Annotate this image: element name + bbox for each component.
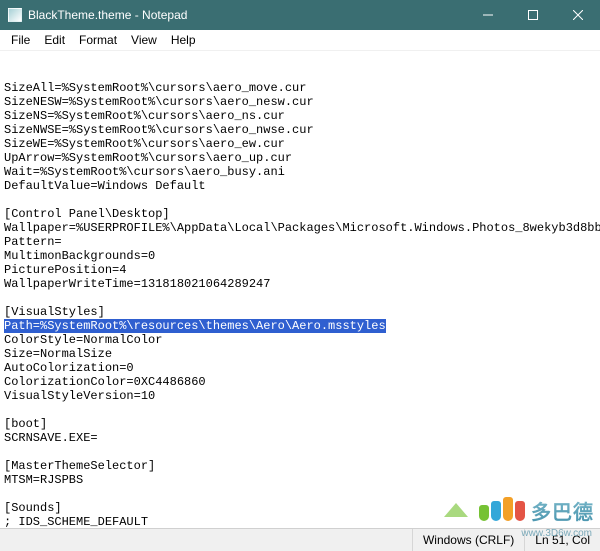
text-line[interactable]: [Control Panel\Desktop]: [4, 207, 596, 221]
title-bar[interactable]: BlackTheme.theme - Notepad: [0, 0, 600, 30]
text-line[interactable]: [VisualStyles]: [4, 305, 596, 319]
status-bar: Windows (CRLF) Ln 51, Col: [0, 528, 600, 551]
text-line[interactable]: SCRNSAVE.EXE=: [4, 431, 596, 445]
text-line[interactable]: WallpaperWriteTime=131818021064289247: [4, 277, 596, 291]
menu-format[interactable]: Format: [72, 32, 124, 48]
text-line[interactable]: DefaultValue=Windows Default: [4, 179, 596, 193]
menu-view[interactable]: View: [124, 32, 164, 48]
text-line[interactable]: [4, 445, 596, 459]
text-line[interactable]: [4, 291, 596, 305]
text-line[interactable]: Pattern=: [4, 235, 596, 249]
text-content[interactable]: SizeAll=%SystemRoot%\cursors\aero_move.c…: [0, 79, 600, 528]
text-line[interactable]: MTSM=RJSPBS: [4, 473, 596, 487]
text-line[interactable]: ColorStyle=NormalColor: [4, 333, 596, 347]
text-line[interactable]: SizeAll=%SystemRoot%\cursors\aero_move.c…: [4, 81, 596, 95]
text-line[interactable]: [4, 487, 596, 501]
text-line[interactable]: MultimonBackgrounds=0: [4, 249, 596, 263]
status-caret-position: Ln 51, Col: [525, 529, 600, 551]
text-line[interactable]: SizeNS=%SystemRoot%\cursors\aero_ns.cur: [4, 109, 596, 123]
text-line[interactable]: Wait=%SystemRoot%\cursors\aero_busy.ani: [4, 165, 596, 179]
notepad-window: BlackTheme.theme - Notepad File Edit For…: [0, 0, 600, 551]
text-line[interactable]: [MasterThemeSelector]: [4, 459, 596, 473]
menu-help[interactable]: Help: [164, 32, 203, 48]
minimize-button[interactable]: [465, 0, 510, 30]
window-controls: [465, 0, 600, 30]
text-editor-area[interactable]: SizeAll=%SystemRoot%\cursors\aero_move.c…: [0, 51, 600, 528]
text-line[interactable]: SizeWE=%SystemRoot%\cursors\aero_ew.cur: [4, 137, 596, 151]
text-line[interactable]: SizeNWSE=%SystemRoot%\cursors\aero_nwse.…: [4, 123, 596, 137]
selected-text[interactable]: Path=%SystemRoot%\resources\themes\Aero\…: [4, 319, 386, 333]
text-line[interactable]: ; IDS_SCHEME_DEFAULT: [4, 515, 596, 528]
text-line[interactable]: PicturePosition=4: [4, 263, 596, 277]
text-line[interactable]: ColorizationColor=0XC4486860: [4, 375, 596, 389]
text-line[interactable]: UpArrow=%SystemRoot%\cursors\aero_up.cur: [4, 151, 596, 165]
maximize-button[interactable]: [510, 0, 555, 30]
menu-bar: File Edit Format View Help: [0, 30, 600, 51]
text-line[interactable]: Wallpaper=%USERPROFILE%\AppData\Local\Pa…: [4, 221, 596, 235]
text-line[interactable]: SizeNESW=%SystemRoot%\cursors\aero_nesw.…: [4, 95, 596, 109]
minimize-icon: [483, 10, 493, 20]
menu-edit[interactable]: Edit: [37, 32, 72, 48]
window-title: BlackTheme.theme - Notepad: [28, 8, 187, 22]
text-line[interactable]: AutoColorization=0: [4, 361, 596, 375]
text-line[interactable]: [boot]: [4, 417, 596, 431]
status-spacer: [0, 529, 413, 551]
close-button[interactable]: [555, 0, 600, 30]
maximize-icon: [528, 10, 538, 20]
menu-file[interactable]: File: [4, 32, 37, 48]
text-line[interactable]: [Sounds]: [4, 501, 596, 515]
status-line-ending: Windows (CRLF): [413, 529, 525, 551]
text-line[interactable]: Size=NormalSize: [4, 347, 596, 361]
text-line[interactable]: [4, 403, 596, 417]
text-line[interactable]: Path=%SystemRoot%\resources\themes\Aero\…: [4, 319, 596, 333]
text-line[interactable]: [4, 193, 596, 207]
notepad-app-icon: [8, 8, 22, 22]
text-line[interactable]: VisualStyleVersion=10: [4, 389, 596, 403]
close-icon: [573, 10, 583, 20]
